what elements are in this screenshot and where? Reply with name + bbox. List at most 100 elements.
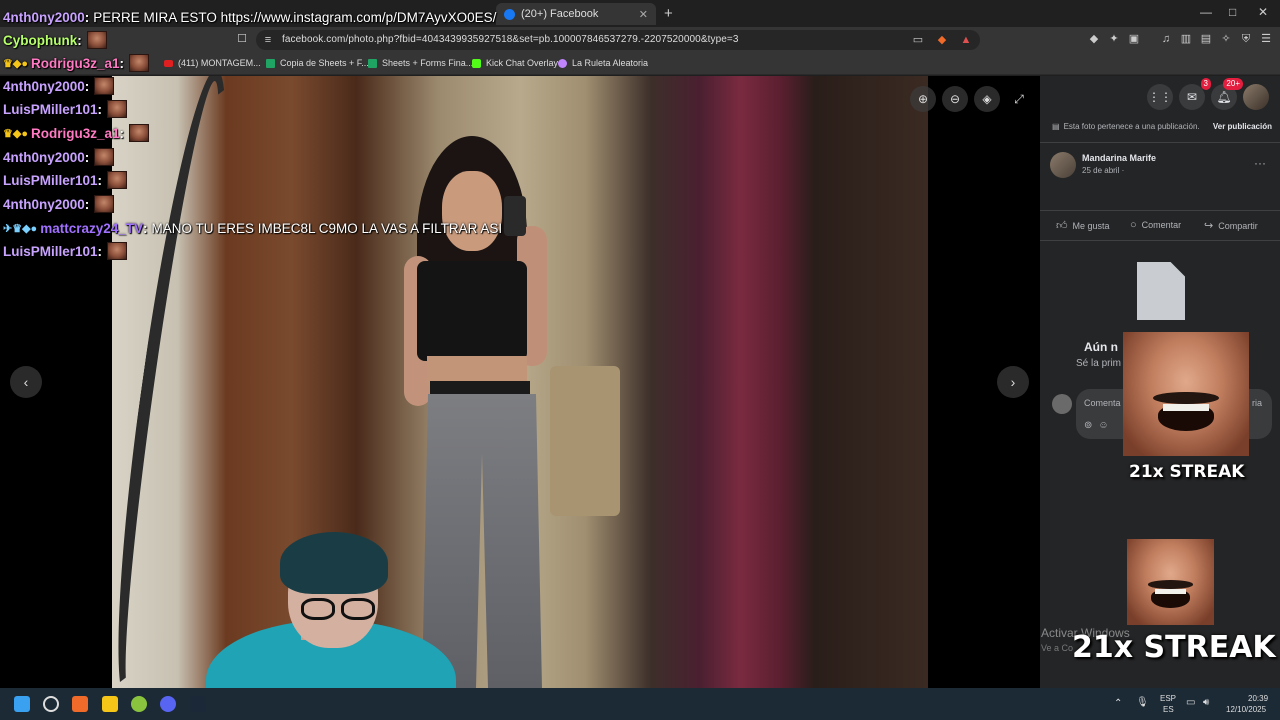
- bookmark-label: (411) MONTAGEM...: [178, 58, 261, 68]
- minimize-button[interactable]: —: [1200, 5, 1212, 19]
- top-icons: ⋮⋮ ✉ 3 🔔︎ 20+: [1040, 76, 1280, 116]
- chat-colon: :: [143, 220, 148, 236]
- chair-shape: [550, 366, 620, 516]
- bookmark-montagem[interactable]: (411) MONTAGEM...: [164, 58, 261, 68]
- menu-icon[interactable]: ☰: [1260, 33, 1272, 45]
- close-window-button[interactable]: ✕: [1258, 5, 1268, 19]
- windows-start-icon[interactable]: [14, 696, 30, 712]
- bookmark-kick-chat[interactable]: Kick Chat Overlay: [472, 58, 558, 68]
- tray-chevron-icon[interactable]: ⌃: [1114, 698, 1122, 709]
- wallet-icon[interactable]: ▤: [1200, 33, 1212, 45]
- music-icon[interactable]: ♫: [1160, 33, 1172, 45]
- volume-icon[interactable]: 🔊︎: [1203, 697, 1209, 708]
- like-button[interactable]: 👍︎ Me gusta: [1056, 219, 1110, 232]
- messenger-icon[interactable]: ✉ 3: [1179, 78, 1211, 110]
- chat-message: ✈♛◆● mattcrazy24_TV: MANO TU ERES IMBEC8L…: [3, 217, 502, 239]
- chat-username: 4nth0ny2000: [3, 149, 85, 165]
- ruleta-icon: [558, 58, 567, 68]
- site-info-icon[interactable]: ≡: [262, 34, 274, 46]
- comment-button[interactable]: ○ Comentar: [1130, 219, 1181, 231]
- bookmark-label: Copia de Sheets + F...: [280, 58, 369, 68]
- microphone-icon[interactable]: 🎙︎: [1136, 697, 1149, 708]
- zoom-out-icon[interactable]: ⊖: [942, 86, 968, 112]
- leo-icon[interactable]: ✧: [1220, 33, 1232, 45]
- search-icon[interactable]: [43, 696, 59, 712]
- chat-colon: :: [119, 125, 125, 141]
- network-icon[interactable]: ▭: [1186, 697, 1195, 708]
- chat-colon: :: [97, 172, 103, 188]
- cast-icon[interactable]: ▭: [912, 34, 924, 46]
- discord-icon[interactable]: [160, 696, 176, 712]
- chat-message: ♛◆● Rodrigu3z_a1:: [3, 52, 149, 74]
- chat-message: 4nth0ny2000:: [3, 75, 115, 97]
- url-bar[interactable]: ≡ facebook.com/photo.php?fbid=4043439935…: [256, 30, 980, 50]
- bookmark-label: Kick Chat Overlay: [486, 58, 559, 68]
- hair-shape: [280, 532, 388, 594]
- tab-close-icon[interactable]: ✕: [639, 8, 648, 21]
- face-shape: [442, 171, 502, 251]
- kick-icon: [472, 58, 481, 68]
- steam-icon[interactable]: [190, 696, 206, 712]
- clock-time[interactable]: 20:39: [1248, 694, 1268, 703]
- messenger-badge: 3: [1200, 78, 1211, 90]
- streak-emote-small: [1127, 539, 1214, 625]
- language-bottom[interactable]: ES: [1163, 705, 1174, 714]
- menu-grid-icon[interactable]: ⋮⋮: [1147, 84, 1173, 110]
- new-tab-button[interactable]: +: [664, 5, 673, 22]
- puzzle-icon[interactable]: ✦: [1108, 33, 1120, 45]
- bookmark-sheets-forms[interactable]: Sheets + Forms Fina...: [368, 58, 473, 68]
- chat-username: LuisPMiller101: [3, 172, 98, 188]
- fullscreen-icon[interactable]: ⤢: [1006, 86, 1032, 112]
- language-top[interactable]: ESP: [1160, 694, 1176, 703]
- maximize-button[interactable]: □: [1229, 5, 1236, 19]
- tag-icon[interactable]: ◈: [974, 86, 1000, 112]
- bookmark-icon[interactable]: ☐: [236, 33, 248, 45]
- clock-date[interactable]: 12/10/2025: [1226, 705, 1266, 714]
- bookmark-copia-sheets[interactable]: Copia de Sheets + F...: [266, 58, 369, 68]
- chat-username: LuisPMiller101: [3, 101, 98, 117]
- chat-message: 4nth0ny2000:: [3, 146, 115, 168]
- view-post-link[interactable]: Ver publicación: [1213, 122, 1272, 131]
- brave-shield-icon[interactable]: ◆: [936, 34, 948, 46]
- brave-icon[interactable]: [72, 696, 88, 712]
- notifications-icon[interactable]: 🔔︎ 20+: [1211, 78, 1243, 110]
- extension-icon[interactable]: ◆: [1088, 33, 1100, 45]
- post-date[interactable]: 25 de abril ·: [1082, 166, 1124, 175]
- chat-username: Rodrigu3z_a1: [30, 125, 120, 141]
- chat-message: Cybophunk:: [3, 29, 107, 51]
- previous-photo-button[interactable]: ‹: [10, 366, 42, 398]
- tab-facebook[interactable]: (20+) Facebook ✕: [496, 3, 656, 25]
- vpn-icon[interactable]: ⛨: [1240, 33, 1252, 45]
- comment-placeholder: Comenta: [1084, 398, 1121, 408]
- reader-icon[interactable]: ▥: [1180, 33, 1192, 45]
- author-name[interactable]: Mandarina Marife: [1082, 153, 1156, 163]
- share-button[interactable]: ↪ Compartir: [1204, 219, 1258, 232]
- sidebar-icon[interactable]: ▣: [1128, 33, 1140, 45]
- file-explorer-icon[interactable]: [102, 696, 118, 712]
- emote-icon: [94, 195, 115, 213]
- teeth-shape: [1154, 588, 1187, 595]
- like-label: Me gusta: [1072, 220, 1110, 231]
- belongs-to-post: ▤ Esta foto pertenece a una publicación.…: [1052, 122, 1272, 131]
- top-shape: [417, 261, 527, 361]
- author-avatar[interactable]: [1050, 152, 1076, 178]
- comment-placeholder-tail: ria: [1251, 398, 1262, 408]
- next-photo-button[interactable]: ›: [997, 366, 1029, 398]
- profile-avatar[interactable]: [1243, 84, 1269, 110]
- like-icon: 👍︎: [1056, 220, 1068, 232]
- screen: (20+) Facebook ✕ + — □ ✕ ☐ ≡ facebook.co…: [0, 0, 1280, 720]
- photo-viewer: ‹ › ⊕ ⊖ ◈ ⤢: [0, 76, 1040, 688]
- chat-message: LuisPMiller101:: [3, 98, 128, 120]
- more-options-icon[interactable]: ···: [1254, 156, 1266, 170]
- app-icon[interactable]: [131, 696, 147, 712]
- post-icon: ▤: [1052, 122, 1060, 131]
- zoom-in-icon[interactable]: ⊕: [910, 86, 936, 112]
- bookmark-ruleta[interactable]: La Ruleta Aleatoria: [558, 58, 648, 68]
- belongs-text: Esta foto pertenece a una publicación.: [1063, 122, 1200, 131]
- emote-icon: [129, 124, 149, 142]
- rewards-icon[interactable]: ▲: [960, 34, 972, 46]
- comment-tools-icons[interactable]: ⊚☺: [1084, 420, 1115, 431]
- address-bar-row: ☐ ≡ facebook.com/photo.php?fbid=40434399…: [0, 27, 1280, 53]
- youtube-icon: [164, 59, 173, 67]
- comment-label: Comentar: [1141, 220, 1182, 230]
